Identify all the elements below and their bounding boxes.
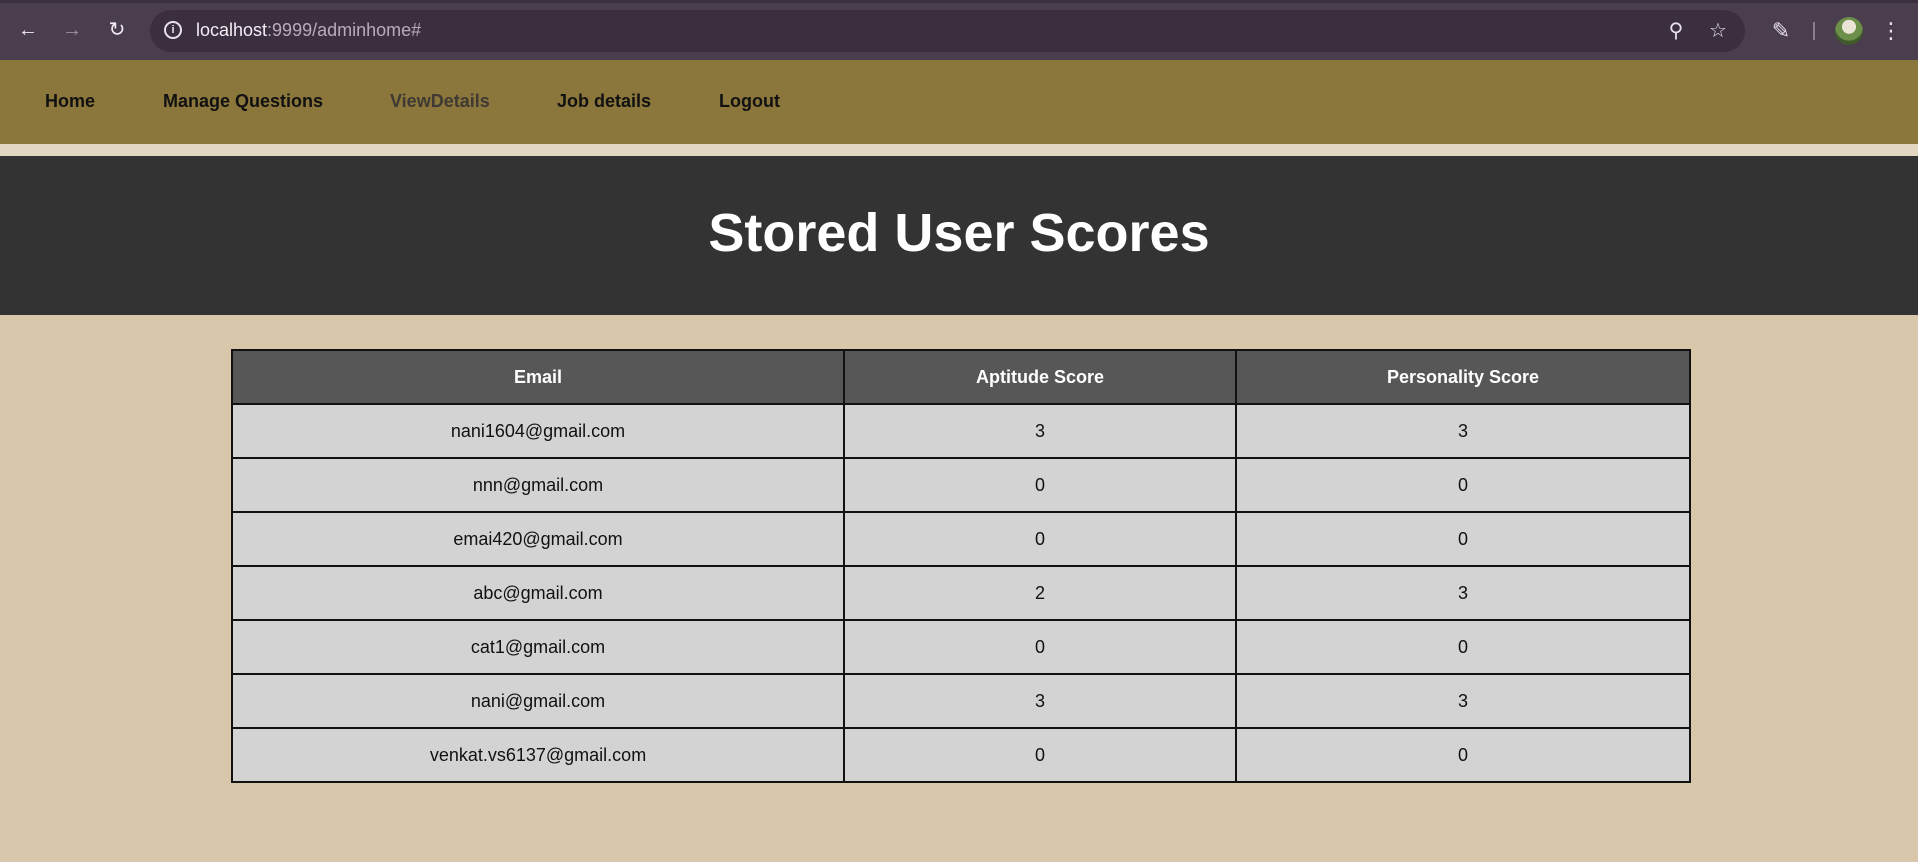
column-header-personality-score: Personality Score (1235, 349, 1691, 405)
table-row: emai420@gmail.com 0 0 (231, 511, 1691, 567)
nav-home[interactable]: Home (45, 91, 95, 112)
site-info-icon[interactable]: i (164, 21, 182, 39)
nav-divider-strip (0, 144, 1918, 156)
url-text[interactable]: localhost:9999/adminhome# (196, 20, 421, 41)
personality-score-cell: 0 (1235, 511, 1691, 567)
scores-table: Email Aptitude Score Personality Score n… (231, 349, 1691, 783)
aptitude-score-cell: 3 (843, 403, 1237, 459)
table-row: abc@gmail.com 2 3 (231, 565, 1691, 621)
personality-score-cell: 3 (1235, 673, 1691, 729)
column-header-email: Email (231, 349, 845, 405)
aptitude-score-cell: 3 (843, 673, 1237, 729)
personality-score-cell: 0 (1235, 727, 1691, 783)
bookmark-star-icon[interactable]: ☆ (1706, 19, 1730, 43)
email-cell: nani@gmail.com (231, 673, 845, 729)
aptitude-score-cell: 0 (843, 457, 1237, 513)
nav-manage-questions[interactable]: Manage Questions (163, 91, 323, 112)
site-navbar: Home Manage Questions ViewDetails Job de… (0, 60, 1918, 156)
email-cell: emai420@gmail.com (231, 511, 845, 567)
email-cell: venkat.vs6137@gmail.com (231, 727, 845, 783)
aptitude-score-cell: 2 (843, 565, 1237, 621)
url-host: localhost (196, 20, 268, 40)
personality-score-cell: 3 (1235, 403, 1691, 459)
personality-score-cell: 3 (1235, 565, 1691, 621)
aptitude-score-cell: 0 (843, 727, 1237, 783)
tab-strip-edge (0, 0, 1918, 3)
column-header-aptitude-score: Aptitude Score (843, 349, 1237, 405)
extensions-puzzle-icon[interactable]: ✎ (1766, 16, 1796, 46)
url-path: :9999/adminhome# (267, 20, 422, 40)
table-row: nnn@gmail.com 0 0 (231, 457, 1691, 513)
browser-menu-icon[interactable]: ⋮ (1880, 16, 1902, 46)
zoom-icon[interactable]: ⚲ (1664, 19, 1688, 43)
nav-logout[interactable]: Logout (719, 91, 780, 112)
nav-job-details[interactable]: Job details (557, 91, 651, 112)
address-bar[interactable]: i localhost:9999/adminhome# ⚲ ☆ (150, 10, 1745, 52)
page-header: Stored User Scores (0, 156, 1918, 315)
back-arrow-icon[interactable]: ← (12, 14, 44, 46)
email-cell: nani1604@gmail.com (231, 403, 845, 459)
toolbar-divider (1813, 22, 1815, 40)
table-row: nani@gmail.com 3 3 (231, 673, 1691, 729)
browser-toolbar: ← → ↻ i localhost:9999/adminhome# ⚲ ☆ ✎ … (0, 0, 1918, 60)
personality-score-cell: 0 (1235, 457, 1691, 513)
table-row: nani1604@gmail.com 3 3 (231, 403, 1691, 459)
email-cell: cat1@gmail.com (231, 619, 845, 675)
personality-score-cell: 0 (1235, 619, 1691, 675)
forward-arrow-icon[interactable]: → (56, 14, 88, 46)
page-title: Stored User Scores (708, 203, 1210, 263)
table-header-row: Email Aptitude Score Personality Score (231, 349, 1691, 405)
aptitude-score-cell: 0 (843, 511, 1237, 567)
email-cell: nnn@gmail.com (231, 457, 845, 513)
email-cell: abc@gmail.com (231, 565, 845, 621)
nav-view-details[interactable]: ViewDetails (390, 91, 490, 112)
profile-avatar-icon[interactable] (1835, 17, 1863, 45)
table-row: cat1@gmail.com 0 0 (231, 619, 1691, 675)
reload-icon[interactable]: ↻ (101, 14, 133, 46)
aptitude-score-cell: 0 (843, 619, 1237, 675)
table-row: venkat.vs6137@gmail.com 0 0 (231, 727, 1691, 783)
